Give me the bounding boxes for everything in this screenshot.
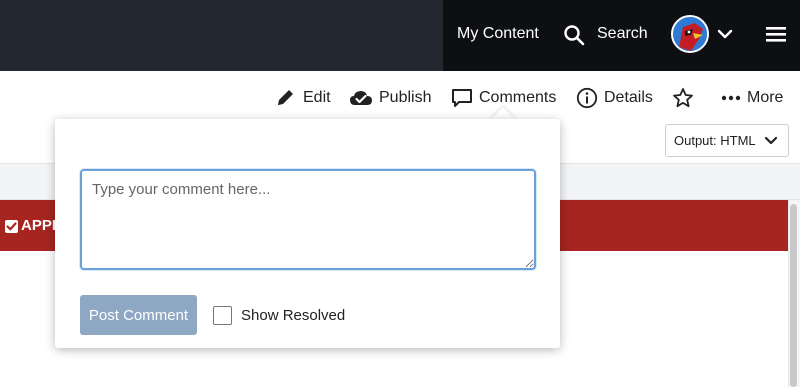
chevron-down-icon — [764, 136, 778, 145]
my-content-link[interactable]: My Content — [457, 24, 539, 44]
ellipsis-icon — [721, 95, 741, 101]
more-button[interactable]: More — [721, 87, 783, 109]
favorite-button[interactable] — [672, 87, 700, 109]
search-link[interactable]: Search — [597, 24, 648, 44]
checkbox-icon — [5, 220, 18, 233]
edit-button[interactable]: Edit — [275, 87, 331, 109]
publish-label: Publish — [379, 89, 432, 106]
output-format-select[interactable]: Output: HTML — [665, 124, 789, 157]
info-icon — [576, 87, 598, 109]
edit-label: Edit — [303, 89, 331, 106]
cloud-check-icon — [350, 91, 372, 105]
speech-bubble-icon — [452, 89, 472, 107]
star-icon — [673, 88, 693, 108]
scrollbar-thumb[interactable] — [790, 204, 797, 387]
publish-button[interactable]: Publish — [349, 87, 431, 109]
more-label: More — [747, 89, 784, 106]
search-icon[interactable] — [563, 24, 585, 46]
chevron-down-icon[interactable] — [717, 27, 733, 41]
pencil-icon — [278, 90, 293, 105]
hamburger-menu-icon[interactable] — [766, 25, 786, 43]
show-resolved-checkbox[interactable] — [213, 306, 232, 325]
comments-label: Comments — [479, 89, 557, 106]
details-button[interactable]: Details — [576, 87, 653, 109]
comment-input[interactable] — [80, 169, 536, 270]
avatar[interactable] — [671, 15, 709, 53]
output-format-value: Output: HTML — [674, 133, 756, 148]
comments-button[interactable]: Comments — [451, 87, 556, 109]
show-resolved-label[interactable]: Show Resolved — [241, 306, 345, 325]
details-label: Details — [604, 89, 653, 106]
post-comment-button[interactable]: Post Comment — [80, 295, 197, 335]
